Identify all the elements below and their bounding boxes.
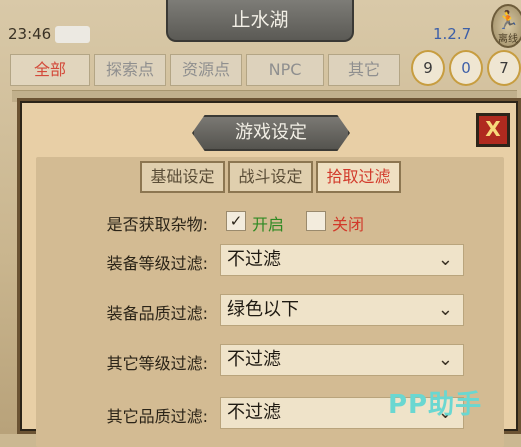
- tab-pickup-filter[interactable]: 拾取过滤: [316, 161, 401, 193]
- equip-level-label: 装备等级过滤:: [106, 254, 208, 273]
- close-button[interactable]: X: [476, 113, 510, 147]
- version-label: 1.2.7: [433, 25, 472, 43]
- equip-quality-value: 绿色以下: [227, 299, 299, 320]
- pickup-misc-label: 是否获取杂物:: [106, 215, 208, 234]
- offline-label: 离线: [498, 34, 518, 45]
- on-checkbox[interactable]: ✓: [226, 211, 246, 231]
- settings-tabs: 基础设定 战斗设定 拾取过滤: [140, 161, 401, 193]
- counter-3[interactable]: 7: [487, 50, 521, 86]
- tab-battle-settings[interactable]: 战斗设定: [228, 161, 313, 193]
- check-icon: ✓: [229, 212, 243, 230]
- location-title: 止水湖: [166, 0, 354, 42]
- modal-title: 游戏设定: [192, 115, 350, 151]
- equip-quality-label: 装备品质过滤:: [106, 304, 208, 323]
- watermark: PP助手: [388, 390, 483, 420]
- tab-resource[interactable]: 资源点: [170, 54, 242, 86]
- on-label[interactable]: 开启: [252, 211, 284, 235]
- equip-level-select[interactable]: 不过滤 ⌄: [220, 244, 464, 276]
- category-tabs: 全部 探索点 资源点 NPC 其它: [10, 54, 400, 86]
- equip-quality-select[interactable]: 绿色以下 ⌄: [220, 294, 464, 326]
- equip-level-value: 不过滤: [227, 249, 281, 270]
- tab-explore[interactable]: 探索点: [94, 54, 166, 86]
- tab-all[interactable]: 全部: [10, 54, 90, 86]
- status-box: [55, 26, 90, 43]
- counter-2[interactable]: 0: [449, 50, 483, 86]
- off-label[interactable]: 关闭: [332, 211, 364, 235]
- tab-npc[interactable]: NPC: [246, 54, 324, 86]
- chevron-down-icon: ⌄: [437, 249, 453, 270]
- close-icon: X: [485, 117, 501, 141]
- off-checkbox[interactable]: [306, 211, 326, 231]
- offline-button[interactable]: 🏃 离线: [491, 4, 521, 48]
- running-man-icon: 🏃: [496, 10, 520, 31]
- other-level-label: 其它等级过滤:: [106, 354, 208, 373]
- clock: 23:46: [8, 25, 52, 43]
- counter-1[interactable]: 9: [411, 50, 445, 86]
- tab-basic-settings[interactable]: 基础设定: [140, 161, 225, 193]
- other-level-value: 不过滤: [227, 349, 281, 370]
- other-quality-value: 不过滤: [227, 402, 281, 423]
- other-level-select[interactable]: 不过滤 ⌄: [220, 344, 464, 376]
- chevron-down-icon: ⌄: [437, 299, 453, 320]
- tab-other[interactable]: 其它: [328, 54, 400, 86]
- counters: 9 0 7: [411, 50, 521, 86]
- chevron-down-icon: ⌄: [437, 349, 453, 370]
- other-quality-label: 其它品质过滤:: [106, 407, 208, 426]
